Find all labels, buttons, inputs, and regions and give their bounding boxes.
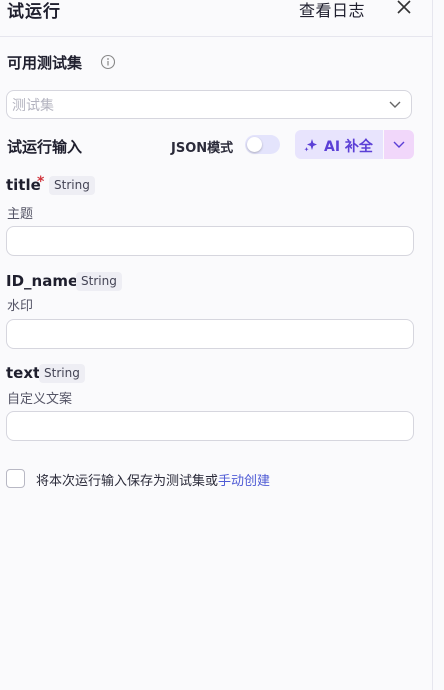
type-badge: String bbox=[49, 176, 95, 195]
id-name-input[interactable] bbox=[6, 319, 414, 349]
field-description: 主题 bbox=[7, 207, 34, 222]
panel-title: 试运行 bbox=[7, 2, 61, 22]
title-input[interactable] bbox=[6, 226, 414, 256]
info-icon[interactable] bbox=[100, 54, 116, 70]
field-name: title bbox=[6, 176, 41, 194]
field-name: text bbox=[6, 364, 41, 382]
field-description: 水印 bbox=[7, 299, 34, 314]
ai-complete-button[interactable]: AI 补全 bbox=[295, 130, 383, 159]
view-log-button[interactable]: 查看日志 bbox=[299, 0, 365, 21]
manual-create-link[interactable]: 手动创建 bbox=[218, 474, 270, 489]
required-marker: * bbox=[37, 174, 45, 190]
panel-edge bbox=[432, 0, 433, 690]
toggle-knob bbox=[247, 137, 262, 152]
testset-placeholder: 测试集 bbox=[12, 98, 54, 114]
panel-header: 试运行 查看日志 bbox=[0, 0, 432, 37]
run-input-label: 试运行输入 bbox=[7, 138, 83, 156]
chevron-down-icon bbox=[389, 101, 401, 108]
save-as-testset-label: 将本次运行输入保存为测试集或手动创建 bbox=[36, 470, 270, 489]
save-as-testset-checkbox[interactable] bbox=[6, 469, 25, 488]
ai-options-dropdown[interactable] bbox=[384, 130, 414, 159]
testset-select[interactable]: 测试集 bbox=[6, 90, 412, 119]
save-text: 将本次运行输入保存为测试集或 bbox=[36, 474, 219, 489]
type-badge: String bbox=[76, 272, 122, 291]
type-badge: String bbox=[39, 364, 85, 383]
chevron-down-icon bbox=[393, 141, 405, 148]
sparkle-icon bbox=[304, 139, 317, 152]
ai-complete-label: AI 补全 bbox=[324, 139, 373, 155]
text-input[interactable] bbox=[6, 411, 414, 441]
json-mode-toggle[interactable] bbox=[245, 135, 280, 154]
close-icon[interactable] bbox=[394, 0, 414, 17]
json-mode-label: JSON模式 bbox=[171, 141, 234, 156]
field-name: ID_name bbox=[6, 272, 79, 290]
testset-label: 可用测试集 bbox=[7, 54, 83, 72]
field-description: 自定义文案 bbox=[7, 392, 73, 407]
